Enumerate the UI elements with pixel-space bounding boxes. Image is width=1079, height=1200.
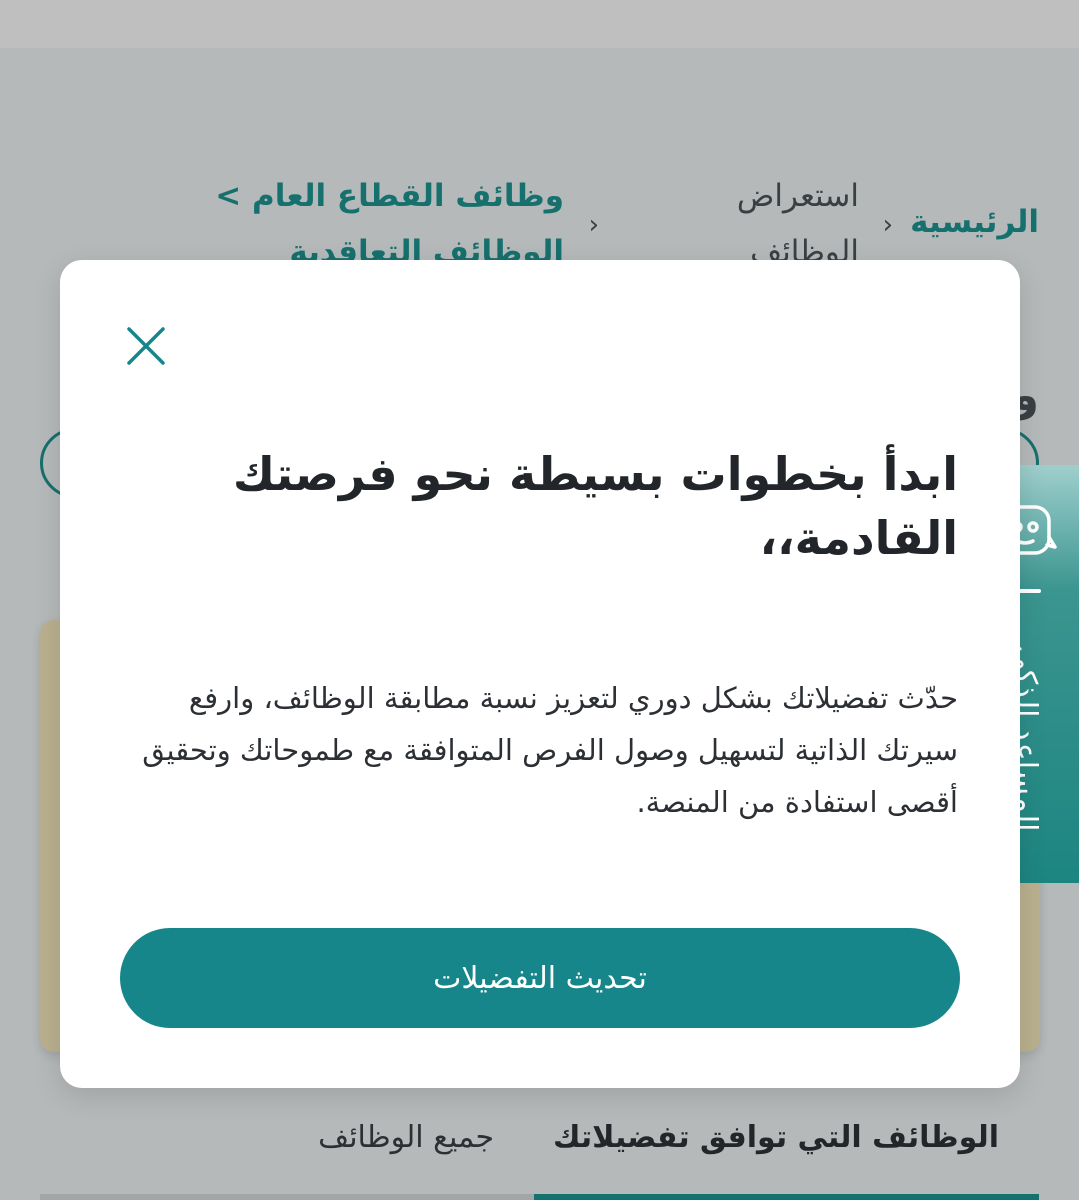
tab-all-jobs[interactable]: جميع الوظائف bbox=[318, 1114, 494, 1162]
preferences-modal: ابدأ بخطوات بسيطة نحو فرصتك القادمة،، حد… bbox=[60, 260, 1020, 1088]
close-icon[interactable] bbox=[120, 320, 172, 372]
tab-matching-jobs[interactable]: الوظائف التي توافق تفضيلاتك bbox=[553, 1114, 999, 1162]
job-tabs: الوظائف التي توافق تفضيلاتك جميع الوظائف bbox=[0, 1100, 1079, 1200]
breadcrumb-home[interactable]: الرئيسية bbox=[899, 194, 1039, 250]
modal-title: ابدأ بخطوات بسيطة نحو فرصتك القادمة،، bbox=[232, 447, 958, 565]
update-preferences-button[interactable]: تحديث التفضيلات bbox=[120, 928, 960, 1028]
status-bar bbox=[0, 0, 1079, 48]
modal-description: حدّث تفضيلاتك بشكل دوري لتعزيز نسبة مطاب… bbox=[142, 681, 958, 819]
tab-active-indicator bbox=[534, 1194, 1039, 1200]
breadcrumb-separator: ‹ bbox=[588, 210, 599, 240]
breadcrumb-separator: ‹ bbox=[882, 210, 893, 240]
